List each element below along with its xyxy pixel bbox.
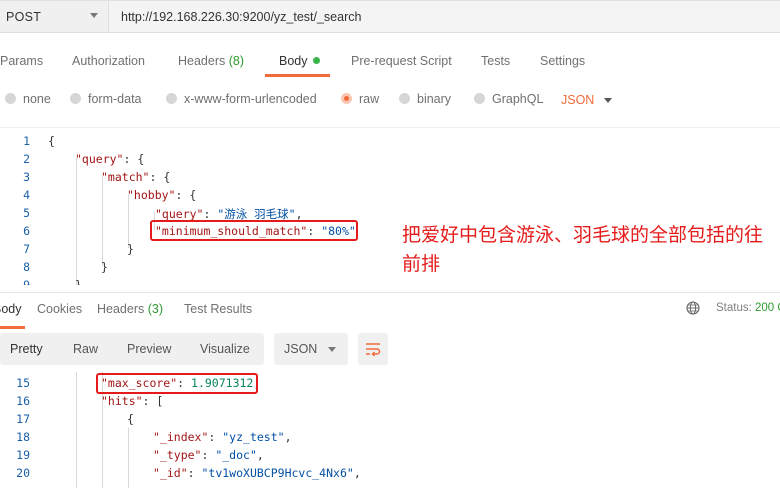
status-code: 200 OK [755,302,780,314]
line-number: 7 [23,242,30,256]
radio-graphql[interactable]: GraphQL [474,92,543,108]
response-tab-body[interactable]: Body [0,302,22,316]
response-headers-count: (3) [147,302,164,316]
radio-selected-icon [341,93,352,104]
chevron-down-icon [90,13,98,18]
url-input[interactable]: http://192.168.226.30:9200/yz_test/_sear… [109,0,780,33]
view-pretty-button[interactable]: Pretty [10,342,43,356]
response-view-bar: Pretty Raw Preview Visualize JSON [0,333,780,365]
code-line: "hobby": { [127,188,197,202]
radio-raw[interactable]: raw [341,92,379,108]
radio-circle-icon [399,93,410,104]
tab-headers[interactable]: Headers (8) [178,54,244,68]
line-number: 8 [23,260,30,274]
line-number: 20 [16,466,30,480]
wrap-lines-icon [366,343,381,357]
tab-body[interactable]: Body [279,54,320,68]
annotation-note: 把爱好中包含游泳、羽毛球的全部包括的往前排 [402,224,764,275]
headers-count: (8) [228,54,245,68]
tab-settings[interactable]: Settings [540,54,585,68]
radio-circle-icon [70,93,81,104]
radio-none[interactable]: none [5,92,51,108]
response-tab-cookies[interactable]: Cookies [37,302,82,316]
code-line: "hits": [ [101,394,164,408]
radio-circle-icon [5,93,16,104]
indent-guide [76,158,77,285]
code-line: "match": { [101,170,171,184]
radio-x-www-form-urlencoded[interactable]: x-www-form-urlencoded [166,92,317,108]
tab-params[interactable]: Params [0,54,43,68]
code-line: } [101,260,108,274]
response-tabs: Body Cookies Headers (3) Test Results St… [0,293,780,329]
indent-guide [102,176,103,266]
request-tabs: Params Authorization Headers (8) Body Pr… [0,42,780,77]
line-number: 2 [23,152,30,166]
line-number: 17 [16,412,30,426]
code-line: { [48,134,55,148]
body-format-select[interactable]: JSON [561,93,594,107]
tab-authorization[interactable]: Authorization [72,54,145,68]
view-visualize-button[interactable]: Visualize [200,342,250,356]
response-tab-test-results[interactable]: Test Results [184,302,252,316]
view-raw-button[interactable]: Raw [73,342,98,356]
code-line: { [127,412,134,426]
highlight-box-minimum-should-match [150,220,358,241]
code-line: "_type": "_doc", [153,448,264,462]
line-number: 18 [16,430,30,444]
method-select[interactable]: POST [0,0,109,33]
line-number: 6 [23,224,30,238]
radio-circle-icon [474,93,485,104]
request-bar: POST http://192.168.226.30:9200/yz_test/… [0,0,780,33]
body-type-radios: none form-data x-www-form-urlencoded raw… [0,88,780,112]
radio-binary[interactable]: binary [399,92,451,108]
code-line: "_index": "yz_test", [153,430,292,444]
globe-icon[interactable] [686,301,700,315]
chevron-down-icon [604,98,612,103]
method-label: POST [6,10,42,24]
chevron-down-icon [328,347,336,352]
line-number: 9 [23,278,30,285]
line-number: 16 [16,394,30,408]
active-response-tab-underline [0,326,25,329]
indent-guide [76,372,77,488]
radio-form-data[interactable]: form-data [70,92,142,108]
code-line: } [75,278,82,285]
code-line: "query": { [75,152,145,166]
line-number: 19 [16,448,30,462]
line-number: 5 [23,206,30,220]
tab-pre-request-script[interactable]: Pre-request Script [351,54,452,68]
response-format-select[interactable]: JSON [274,333,348,365]
radio-circle-icon [166,93,177,104]
url-text: http://192.168.226.30:9200/yz_test/_sear… [121,10,362,24]
indent-guide [128,194,129,248]
response-tab-headers[interactable]: Headers (3) [97,302,163,316]
view-mode-group: Pretty Raw Preview Visualize [0,333,264,365]
body-modified-dot-icon [312,57,320,64]
highlight-box-max-score [96,373,258,394]
view-preview-button[interactable]: Preview [127,342,171,356]
line-number: 3 [23,170,30,184]
line-number: 1 [23,134,30,148]
indent-guide [128,428,129,488]
line-number: 15 [16,376,30,390]
tab-tests[interactable]: Tests [481,54,510,68]
active-tab-underline [265,74,330,77]
code-line: } [127,242,134,256]
code-line: "_id": "tv1woXUBCP9Hcvc_4Nx6", [153,466,361,480]
line-number: 4 [23,188,30,202]
wrap-lines-button[interactable] [358,333,388,365]
response-status: Status: 200 OK [716,302,780,314]
response-format-label: JSON [284,342,318,356]
